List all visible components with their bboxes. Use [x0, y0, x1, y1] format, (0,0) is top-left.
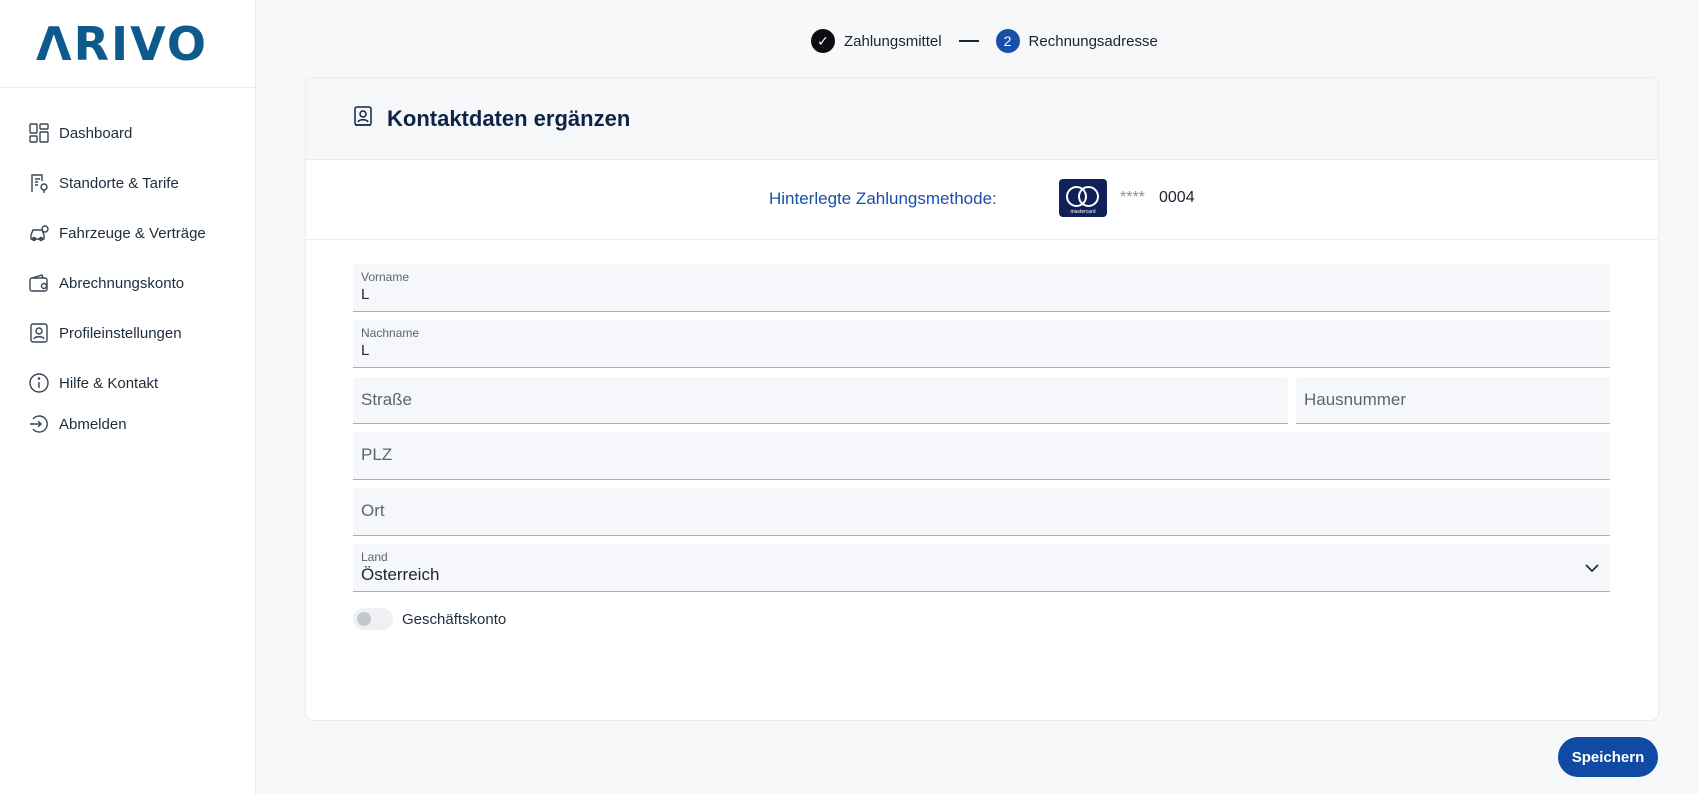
- card-header: Kontaktdaten ergänzen: [306, 78, 1658, 160]
- hausnummer-placeholder: Hausnummer: [1304, 390, 1407, 409]
- strasse-field[interactable]: Straße: [353, 377, 1288, 424]
- ort-field[interactable]: Ort: [353, 488, 1610, 536]
- vorname-field[interactable]: Vorname L: [353, 264, 1610, 312]
- payment-method-row: Hinterlegte Zahlungsmethode: mastercard …: [306, 160, 1658, 240]
- business-account-toggle-row: Geschäftskonto: [353, 608, 506, 630]
- page-title: Kontaktdaten ergänzen: [387, 105, 631, 131]
- sidebar-item-label: Abmelden: [59, 415, 127, 433]
- step-done-check-icon: ✓: [811, 29, 835, 53]
- vorname-value: L: [361, 286, 370, 303]
- brand-logo[interactable]: ΛRIVO: [36, 21, 208, 67]
- land-label: Land: [361, 550, 388, 564]
- step-connector: [958, 40, 979, 42]
- dashboard-icon: [28, 122, 50, 144]
- contact-card-icon: [353, 105, 373, 132]
- vehicle-settings-icon: [28, 222, 50, 244]
- sidebar-item-label: Abrechnungskonto: [59, 274, 185, 292]
- sidebar-item-label: Fahrzeuge & Verträge: [59, 224, 206, 242]
- sidebar-item-label: Standorte & Tarife: [59, 174, 179, 192]
- hausnummer-field[interactable]: Hausnummer: [1296, 377, 1610, 424]
- card-brand-text: mastercard: [1070, 209, 1096, 215]
- info-icon: [28, 372, 50, 394]
- vorname-label: Vorname: [361, 270, 410, 284]
- sidebar: ΛRIVO Dashboard Standorte & Tarife Fahrz…: [0, 0, 256, 794]
- nachname-value: L: [361, 342, 370, 359]
- chevron-down-icon[interactable]: [1584, 560, 1600, 581]
- profile-icon: [28, 322, 50, 344]
- plz-placeholder: PLZ: [361, 445, 393, 464]
- mastercard-logo-icon: mastercard: [1059, 179, 1107, 217]
- sidebar-item-abmelden[interactable]: Abmelden: [0, 404, 255, 444]
- sidebar-item-dashboard[interactable]: Dashboard: [0, 108, 255, 158]
- sidebar-item-hilfe[interactable]: Hilfe & Kontakt: [0, 358, 255, 408]
- sidebar-nav: Dashboard Standorte & Tarife Fahrzeuge &…: [0, 88, 255, 444]
- sidebar-item-label: Hilfe & Kontakt: [59, 374, 159, 392]
- toggle-knob: [357, 612, 371, 626]
- sidebar-item-standorte[interactable]: Standorte & Tarife: [0, 158, 255, 208]
- sidebar-item-fahrzeuge[interactable]: Fahrzeuge & Verträge: [0, 208, 255, 258]
- step-label-zahlungsmittel[interactable]: Zahlungsmittel: [844, 33, 942, 50]
- plz-field[interactable]: PLZ: [353, 432, 1610, 480]
- logout-icon: [28, 413, 50, 435]
- sidebar-item-profileinstellungen[interactable]: Profileinstellungen: [0, 308, 255, 358]
- wallet-icon: [28, 272, 50, 294]
- step-label-rechnungsadresse: Rechnungsadresse: [1028, 32, 1158, 50]
- card-last-four: 0004: [1159, 189, 1195, 206]
- nachname-field[interactable]: Nachname L: [353, 320, 1610, 368]
- ort-placeholder: Ort: [361, 501, 385, 520]
- strasse-placeholder: Straße: [361, 390, 413, 409]
- save-button[interactable]: Speichern: [1558, 737, 1658, 777]
- logo-area: ΛRIVO: [0, 0, 255, 88]
- sidebar-item-label: Profileinstellungen: [59, 324, 182, 342]
- checkout-stepper: ✓ Zahlungsmittel 2 Rechnungsadresse: [811, 28, 1158, 54]
- step-number-badge: 2: [995, 29, 1020, 53]
- sidebar-item-label: Dashboard: [59, 124, 133, 142]
- land-select[interactable]: Land Österreich: [353, 544, 1610, 592]
- sidebar-item-abrechnungskonto[interactable]: Abrechnungskonto: [0, 258, 255, 308]
- payment-method-label: Hinterlegte Zahlungsmethode:: [769, 189, 997, 208]
- land-value: Österreich: [361, 565, 440, 584]
- business-account-toggle[interactable]: [353, 608, 393, 630]
- card-number-mask: ****: [1120, 189, 1145, 206]
- nachname-label: Nachname: [361, 326, 420, 340]
- location-tariff-icon: [28, 172, 50, 194]
- business-account-label: Geschäftskonto: [402, 610, 507, 628]
